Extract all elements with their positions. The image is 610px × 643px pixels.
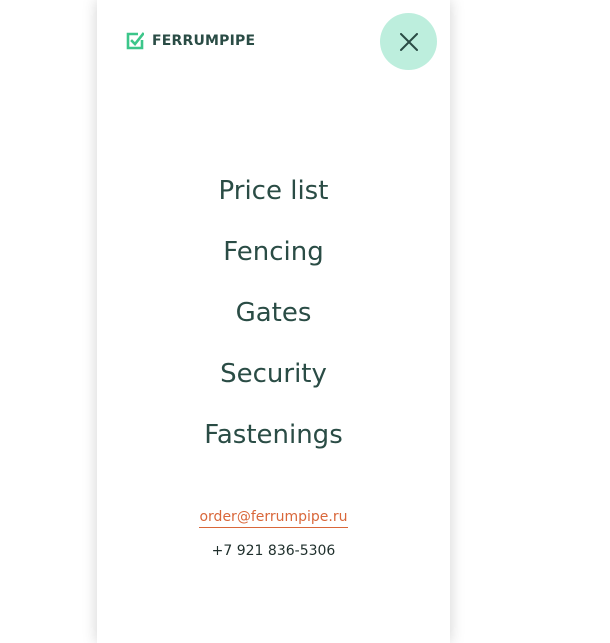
mobile-menu-panel: FERRUMPIPE Price list Fencing Gates Secu… xyxy=(97,0,450,643)
check-square-icon xyxy=(126,32,144,50)
contact-email: order@ferrumpipe.ru xyxy=(97,506,450,528)
menu-item-price-list[interactable]: Price list xyxy=(97,160,450,221)
close-icon xyxy=(399,32,418,51)
menu-item-security[interactable]: Security xyxy=(97,343,450,404)
logo[interactable]: FERRUMPIPE xyxy=(126,32,255,50)
menu-item-fastenings[interactable]: Fastenings xyxy=(97,404,450,465)
menu-item-gates[interactable]: Gates xyxy=(97,282,450,343)
page: FERRUMPIPE Price list Fencing Gates Secu… xyxy=(0,0,610,643)
main-menu: Price list Fencing Gates Security Fasten… xyxy=(97,160,450,465)
close-menu-button[interactable] xyxy=(380,13,437,70)
email-link[interactable]: order@ferrumpipe.ru xyxy=(199,509,348,528)
logo-text: FERRUMPIPE xyxy=(152,33,256,49)
menu-item-fencing[interactable]: Fencing xyxy=(97,221,450,282)
phone-link[interactable]: +7 921 836-5306 xyxy=(97,541,450,561)
